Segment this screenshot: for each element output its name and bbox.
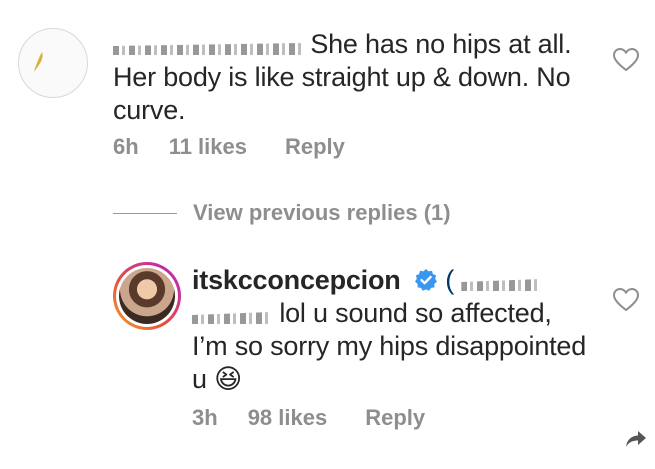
share-arrow-icon[interactable] [625,430,647,448]
redacted-mention-continued[interactable] [192,312,272,324]
reply-avatar[interactable] [113,262,181,330]
heart-icon[interactable] [613,288,639,312]
redacted-mention[interactable] [461,279,542,291]
reply-likes[interactable]: 98 likes [248,405,328,431]
reply-text-block: itskcconcepcion ( lol u sound so affecte… [192,264,592,396]
reply-body: lol u sound so affected, I’m so sorry my… [192,298,587,394]
divider-line [113,212,177,214]
mention-start[interactable]: ( [445,265,454,295]
reply-time: 3h [192,405,218,430]
view-previous-replies[interactable]: View previous replies (1) [113,200,451,226]
commenter-avatar[interactable] [18,28,88,98]
comment-likes[interactable]: 11 likes [169,134,247,160]
comment-reply-button[interactable]: Reply [285,134,345,160]
comment-body: She has no hips at all. Her body is like… [113,29,572,125]
avatar-ring-inner [116,265,178,327]
comment-meta: 6h 11 likes Reply [113,134,345,160]
profile-photo [119,268,175,324]
view-previous-replies-label: View previous replies (1) [193,200,451,225]
comment-time: 6h [113,134,139,159]
feather-icon [34,52,43,72]
reply-meta: 3h 98 likes Reply [192,405,425,431]
heart-icon[interactable] [613,48,639,72]
verified-badge-icon [414,269,437,291]
redacted-username[interactable] [113,43,303,55]
reply-username[interactable]: itskcconcepcion [192,265,401,295]
reply-reply-button[interactable]: Reply [365,405,425,431]
comment-text-block: She has no hips at all. Her body is like… [113,28,593,127]
